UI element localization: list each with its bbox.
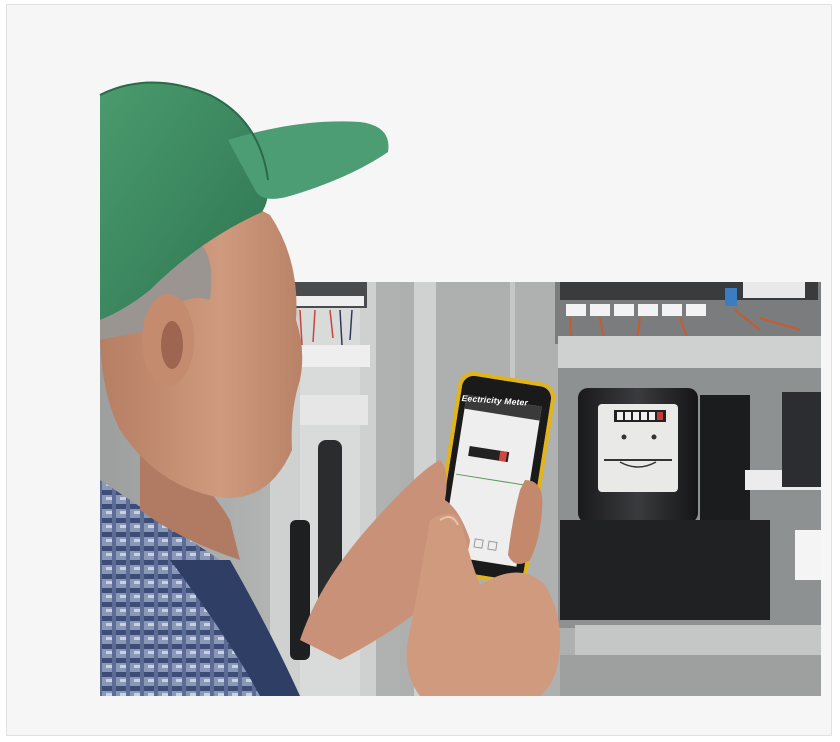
photo-technician-reading-meter: [99, 81, 821, 696]
title-part-2: Meter: [504, 395, 529, 408]
